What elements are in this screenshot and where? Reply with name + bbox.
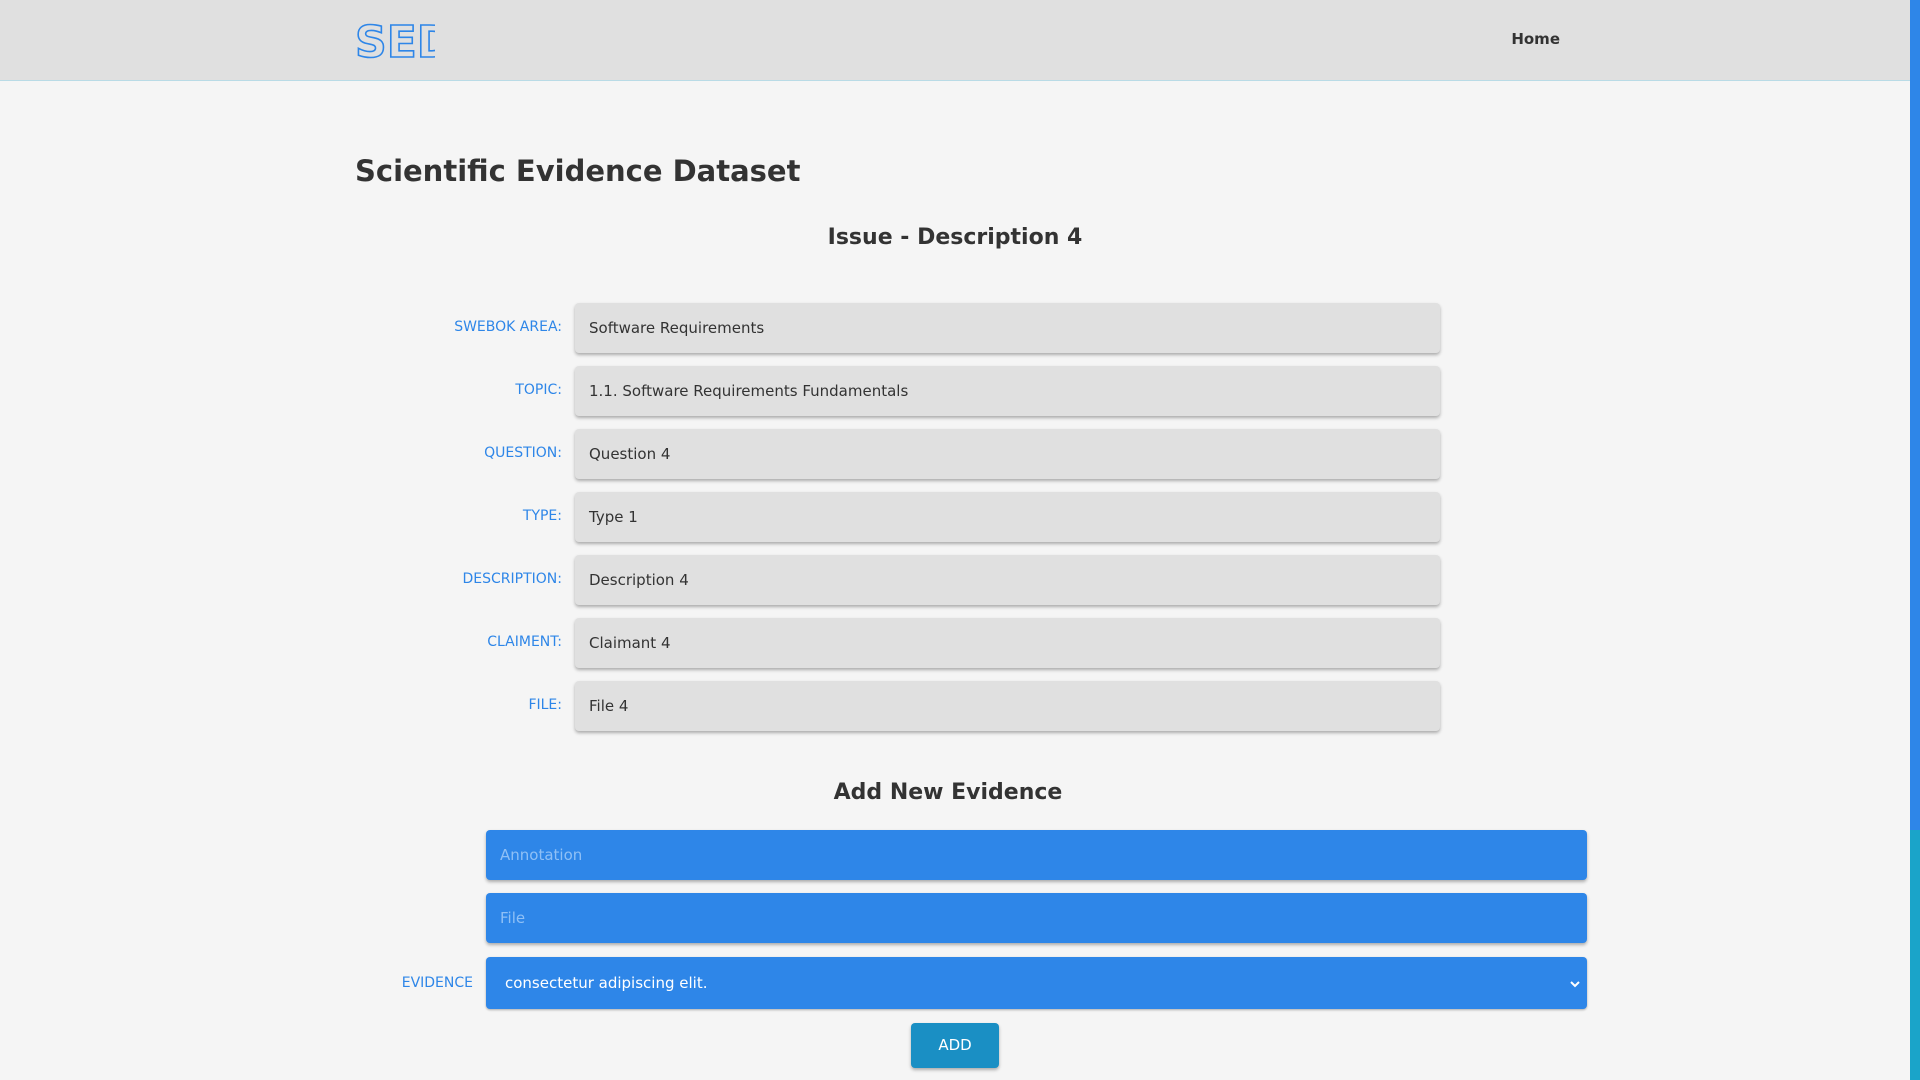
scrollbar[interactable] [1910,0,1920,1080]
field-question: QUESTION: Question 4 [0,429,1910,479]
add-evidence-title: Add New Evidence [833,780,1063,805]
navbar: SED Home [0,0,1910,81]
field-value: File 4 [575,681,1440,731]
field-value: Question 4 [575,429,1440,479]
field-value: Software Requirements [575,303,1440,353]
field-type: TYPE: Type 1 [0,492,1910,542]
field-value: Type 1 [575,492,1440,542]
field-label: TYPE: [522,508,562,524]
field-description: DESCRIPTION: Description 4 [0,555,1910,605]
field-label: QUESTION: [484,445,562,461]
field-claiment: CLAIMENT: Claimant 4 [0,618,1910,668]
field-label: FILE: [528,697,562,713]
field-label: DESCRIPTION: [462,571,562,587]
file-input[interactable] [486,893,1587,943]
field-value: Claimant 4 [575,618,1440,668]
add-button[interactable]: ADD [911,1023,999,1068]
sed-logo[interactable]: SED [355,17,435,63]
field-swebok-area: SWEBOK AREA: Software Requirements [0,303,1910,353]
field-label: TOPIC: [515,382,562,398]
annotation-input[interactable] [486,830,1587,880]
field-value: 1.1. Software Requirements Fundamentals [575,366,1440,416]
svg-text:SED: SED [355,17,435,63]
evidence-select[interactable]: consectetur adipiscing elit. [486,957,1587,1009]
field-topic: TOPIC: 1.1. Software Requirements Fundam… [0,366,1910,416]
scrollbar-thumb[interactable] [1910,830,1920,1080]
field-file: FILE: File 4 [0,681,1910,731]
evidence-label: EVIDENCE [401,975,473,991]
issue-title: Issue - Description 4 [827,225,1083,250]
field-label: SWEBOK AREA: [454,319,562,335]
page-title: Scientific Evidence Dataset [355,154,801,188]
evidence-select-value: consectetur adipiscing elit. [505,974,708,992]
nav-home-link[interactable]: Home [1511,30,1560,48]
chevron-down-icon [1569,957,1581,1009]
field-label: CLAIMENT: [487,634,562,650]
field-value: Description 4 [575,555,1440,605]
